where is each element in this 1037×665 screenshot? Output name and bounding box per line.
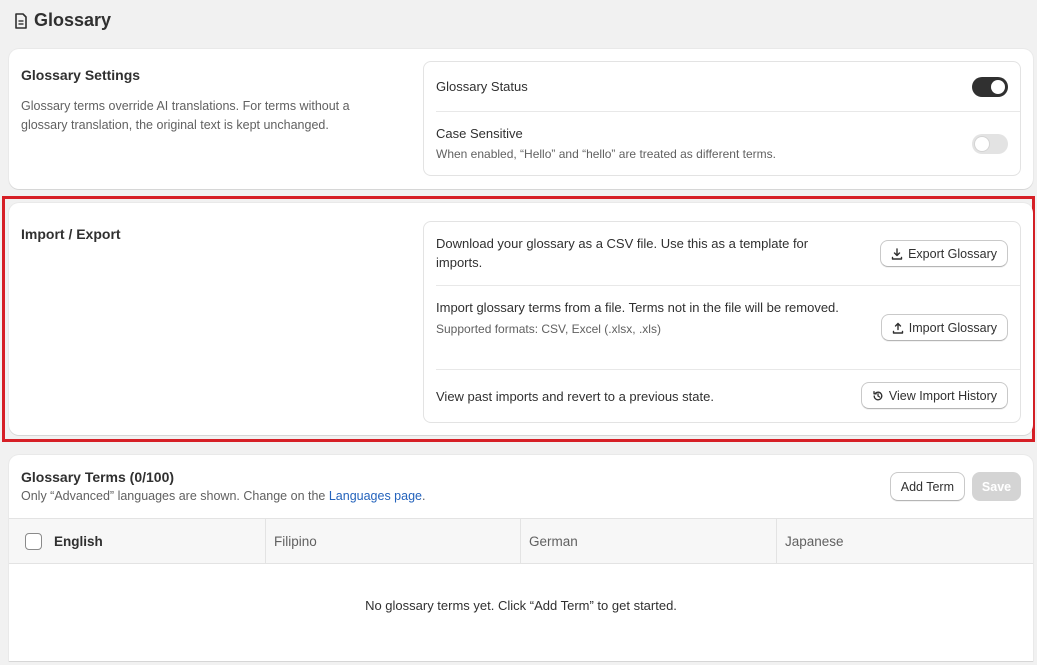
terms-subtitle: Only “Advanced” languages are shown. Cha… (21, 489, 425, 503)
export-description: Download your glossary as a CSV file. Us… (436, 236, 809, 270)
add-term-button[interactable]: Add Term (889, 472, 965, 501)
column-header-english: English (9, 519, 266, 563)
terms-title: Glossary Terms (0/100) (21, 469, 175, 485)
settings-intro: Glossary Settings Glossary terms overrid… (21, 67, 381, 135)
import-export-intro: Import / Export (21, 226, 381, 242)
column-header-german: German (521, 519, 777, 563)
terms-table-header: English Filipino German Japanese (9, 518, 1033, 564)
glossary-status-label: Glossary Status (436, 79, 528, 94)
column-label: German (529, 533, 578, 549)
case-sensitive-description: When enabled, “Hello” and “hello” are tr… (436, 147, 776, 161)
column-label: Japanese (785, 533, 844, 549)
import-description: Import glossary terms from a file. Terms… (436, 300, 839, 315)
column-header-filipino: Filipino (266, 519, 521, 563)
settings-description: Glossary terms override AI translations.… (21, 99, 350, 132)
select-all-checkbox[interactable] (25, 532, 42, 550)
glossary-terms-card: Glossary Terms (0/100) Only “Advanced” l… (9, 455, 1033, 661)
divider (436, 369, 1020, 370)
empty-state-message: No glossary terms yet. Click “Add Term” … (365, 598, 677, 613)
terms-subtitle-end: . (422, 489, 426, 503)
languages-page-link[interactable]: Languages page (329, 489, 422, 503)
divider (436, 285, 1020, 286)
import-export-card: Import / Export Download your glossary a… (9, 203, 1033, 435)
column-label: Filipino (274, 533, 317, 549)
export-glossary-label: Export Glossary (908, 246, 997, 261)
page-title: Glossary (34, 10, 112, 30)
import-export-options: Download your glossary as a CSV file. Us… (423, 221, 1021, 423)
document-icon (15, 12, 27, 29)
view-import-history-label: View Import History (888, 388, 997, 403)
export-glossary-button[interactable]: Export Glossary (880, 240, 1008, 267)
column-label: English (54, 533, 103, 549)
case-sensitive-toggle[interactable] (972, 134, 1008, 154)
glossary-settings-card: Glossary Settings Glossary terms overrid… (9, 49, 1033, 189)
upload-icon (892, 322, 903, 334)
settings-title: Glossary Settings (21, 67, 141, 83)
save-button[interactable]: Save (972, 472, 1021, 501)
import-export-title: Import / Export (21, 226, 121, 242)
import-glossary-button[interactable]: Import Glossary (880, 314, 1008, 341)
case-sensitive-label: Case Sensitive (436, 126, 523, 141)
settings-options: Glossary Status Case Sensitive When enab… (423, 61, 1021, 176)
terms-subtitle-text: Only “Advanced” languages are shown. Cha… (21, 489, 329, 503)
case-sensitive-row: Case Sensitive When enabled, “Hello” and… (436, 126, 1008, 161)
column-header-japanese: Japanese (777, 519, 1033, 563)
divider (436, 111, 1020, 112)
glossary-status-row: Glossary Status (436, 79, 1008, 94)
page-header: Glossary (14, 10, 111, 31)
add-term-label: Add Term (900, 479, 954, 494)
download-icon (891, 247, 903, 260)
history-icon (873, 390, 883, 400)
import-glossary-label: Import Glossary (908, 320, 997, 335)
save-label: Save (981, 479, 1012, 494)
history-description: View past imports and revert to a previo… (436, 389, 714, 404)
view-import-history-button[interactable]: View Import History (860, 382, 1008, 409)
toggle-knob (975, 137, 989, 151)
toggle-knob (991, 80, 1005, 94)
glossary-status-toggle[interactable] (972, 77, 1008, 97)
